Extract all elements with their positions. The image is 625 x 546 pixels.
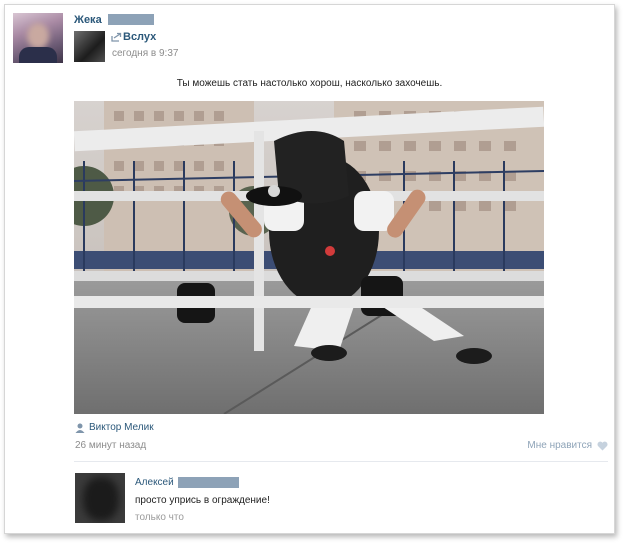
comment-time[interactable]: только что [135,512,184,523]
comment-surname-redaction [178,477,239,488]
like-button[interactable]: Мне нравится [527,440,592,451]
repost-source-name[interactable]: Вслух [123,31,156,43]
photo-time[interactable]: 26 минут назад [75,440,146,451]
person-icon [75,423,85,433]
repost-time[interactable]: сегодня в 9:37 [112,48,178,59]
repost-arrow-icon [111,32,122,42]
comment-avatar[interactable] [75,473,125,523]
comment-avatar-blurred [83,477,119,521]
comments-divider [74,461,608,462]
post-text: Ты можешь стать настолько хорош, насколь… [176,78,443,89]
avatar-shirt [19,47,57,63]
post-photo[interactable] [74,101,544,414]
comment-text: просто упрись в ограждение! [135,495,270,506]
heart-icon[interactable] [597,441,608,451]
repost-source-avatar[interactable] [74,31,105,62]
post-author-name[interactable]: Жека [74,14,102,26]
comment-author-name[interactable]: Алексей [135,477,174,488]
author-avatar[interactable] [13,13,63,63]
photo-author-link[interactable]: Виктор Мелик [89,422,154,433]
avatar-face-blurred [27,23,49,49]
author-surname-redaction [108,14,154,25]
post-card: Жека Вслух сегодня в 9:37 Ты можешь стат… [4,4,615,534]
